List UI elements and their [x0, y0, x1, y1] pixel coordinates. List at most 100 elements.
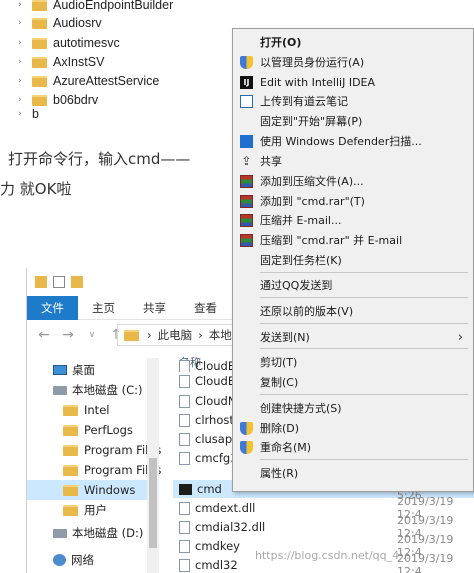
menu-item-run-as-admin[interactable]: 以管理员身份运行(A) — [233, 52, 473, 72]
article-body: 打开命令行，输入cmd—— 力 就OK啦 — [0, 118, 232, 268]
back-button[interactable]: ← — [37, 327, 51, 343]
menu-item-upload-youdao[interactable]: 上传到有道云笔记 — [233, 91, 473, 111]
article-line-1: 打开命令行，输入cmd—— — [8, 150, 191, 168]
tab-view[interactable]: 查看 — [180, 296, 231, 320]
dll-icon — [179, 520, 190, 534]
menu-item-add-to-cmd-rar[interactable]: 添加到 "cmd.rar"(T) — [233, 191, 473, 211]
nav-scrollbar[interactable] — [147, 358, 159, 573]
cmd-icon — [179, 483, 192, 495]
menu-item-delete[interactable]: 删除(D) — [233, 418, 473, 438]
scrollbar-thumb[interactable] — [149, 458, 157, 548]
menu-item-add-to-archive[interactable]: 添加到压缩文件(A)... — [233, 171, 473, 191]
menu-item-pin-start[interactable]: 固定到"开始"屏幕(P) — [233, 111, 473, 131]
menu-item-copy[interactable]: 复制(C) — [233, 372, 473, 392]
menu-item-restore-versions[interactable]: 还原以前的版本(V) — [233, 301, 473, 321]
menu-separator — [260, 459, 468, 460]
context-menu: 打开(O) 以管理员身份运行(A) IJ Edit with IntelliJ I… — [232, 28, 474, 492]
menu-item-rename[interactable]: 重命名(M) — [233, 437, 473, 457]
tree-item[interactable]: › b06bdrv — [18, 91, 98, 109]
tab-share[interactable]: 共享 — [129, 296, 180, 320]
file-icon — [179, 451, 190, 465]
tree-item[interactable]: › AxInstSV — [18, 53, 104, 71]
menu-item-send-to[interactable]: 发送到(N) › — [233, 327, 473, 347]
menu-separator — [260, 297, 468, 298]
file-icon — [179, 374, 190, 388]
expand-icon[interactable]: › — [18, 0, 28, 10]
forward-button[interactable]: → — [61, 327, 75, 343]
folder-icon — [32, 37, 47, 49]
properties-icon[interactable] — [53, 276, 65, 288]
folder-icon — [63, 504, 78, 516]
breadcrumb-sep: › — [147, 328, 152, 342]
menu-separator — [260, 272, 468, 273]
dll-icon — [179, 501, 190, 515]
menu-separator — [260, 394, 468, 395]
menu-item-properties[interactable]: 属性(R) — [233, 463, 473, 483]
share-icon: ⇪ — [241, 153, 252, 168]
file-icon — [179, 413, 190, 427]
nav-item-desktop[interactable]: 桌面 — [53, 360, 95, 380]
folder-icon — [35, 276, 47, 288]
watermark: https://blog.csdn.net/qq_4... — [255, 549, 410, 562]
folder-icon — [32, 17, 47, 29]
nav-item-intel[interactable]: Intel — [63, 400, 109, 420]
menu-item-edit-intellij[interactable]: IJ Edit with IntelliJ IDEA — [233, 72, 473, 92]
tree-item[interactable]: › AudioEndpointBuilder — [18, 0, 173, 14]
file-icon — [179, 360, 190, 372]
menu-separator — [260, 323, 468, 324]
menu-item-defender-scan[interactable]: 使用 Windows Defender扫描... — [233, 131, 473, 151]
nav-item-drive-c[interactable]: 本地磁盘 (C:) — [53, 380, 143, 400]
nav-item-users[interactable]: 用户 — [63, 500, 107, 520]
network-icon — [53, 554, 66, 566]
article-line-2: 力 就OK啦 — [0, 180, 72, 198]
nav-item-drive-d[interactable]: 本地磁盘 (D:) — [53, 523, 143, 543]
shield-icon — [240, 440, 253, 454]
winrar-icon — [240, 174, 253, 188]
nav-item-network[interactable]: 网络 — [53, 550, 94, 570]
menu-item-compress-email[interactable]: 压缩并 E-mail... — [233, 210, 473, 230]
drive-icon — [53, 385, 67, 395]
menu-item-create-shortcut[interactable]: 创建快捷方式(S) — [233, 398, 473, 418]
winrar-icon — [240, 213, 253, 227]
expand-icon[interactable]: › — [18, 38, 28, 48]
menu-item-pin-taskbar[interactable]: 固定到任务栏(K) — [233, 250, 473, 270]
expand-icon[interactable]: › — [18, 76, 28, 86]
winrar-icon — [240, 194, 253, 208]
recent-dropdown-button[interactable]: ∨ — [85, 330, 99, 340]
folder-icon — [32, 75, 47, 87]
tab-file[interactable]: 文件 — [27, 296, 78, 320]
navigation-pane: 桌面 本地磁盘 (C:) Intel PerfLogs Program File… — [27, 352, 161, 573]
expand-icon[interactable]: › — [18, 57, 28, 67]
nav-item-windows[interactable]: Windows — [27, 480, 147, 500]
winrar-icon — [240, 233, 253, 247]
folder-icon — [32, 0, 47, 11]
folder-icon — [124, 329, 139, 341]
folder-icon — [63, 464, 78, 476]
nav-item-perflogs[interactable]: PerfLogs — [63, 420, 133, 440]
folder-icon — [63, 424, 78, 436]
drive-icon — [53, 528, 67, 538]
youdao-note-icon — [240, 94, 253, 108]
desktop-icon — [53, 365, 67, 375]
tree-item[interactable]: › Audiosrv — [18, 14, 102, 32]
shield-icon — [240, 55, 253, 69]
tree-item[interactable]: › AzureAttestService — [18, 72, 159, 90]
tree-item[interactable]: › autotimesvc — [18, 34, 120, 52]
folder-icon — [63, 404, 78, 416]
menu-item-share[interactable]: ⇪ 共享 — [233, 151, 473, 171]
menu-separator — [260, 348, 468, 349]
file-icon — [179, 539, 190, 553]
menu-item-send-via-qq[interactable]: 通过QQ发送到 — [233, 275, 473, 295]
menu-item-cut[interactable]: 剪切(T) — [233, 352, 473, 372]
folder-icon — [32, 56, 47, 68]
new-folder-icon[interactable] — [71, 276, 83, 288]
tab-home[interactable]: 主页 — [78, 296, 129, 320]
menu-item-open[interactable]: 打开(O) — [233, 32, 473, 52]
defender-icon — [240, 134, 253, 148]
folder-icon — [63, 484, 78, 496]
breadcrumb-this-pc[interactable]: 此电脑 — [158, 327, 193, 343]
expand-icon[interactable]: › — [18, 95, 28, 105]
menu-item-compress-cmd-rar-email[interactable]: 压缩到 "cmd.rar" 并 E-mail — [233, 230, 473, 250]
expand-icon[interactable]: › — [18, 18, 28, 28]
breadcrumb-sep: › — [198, 328, 203, 342]
